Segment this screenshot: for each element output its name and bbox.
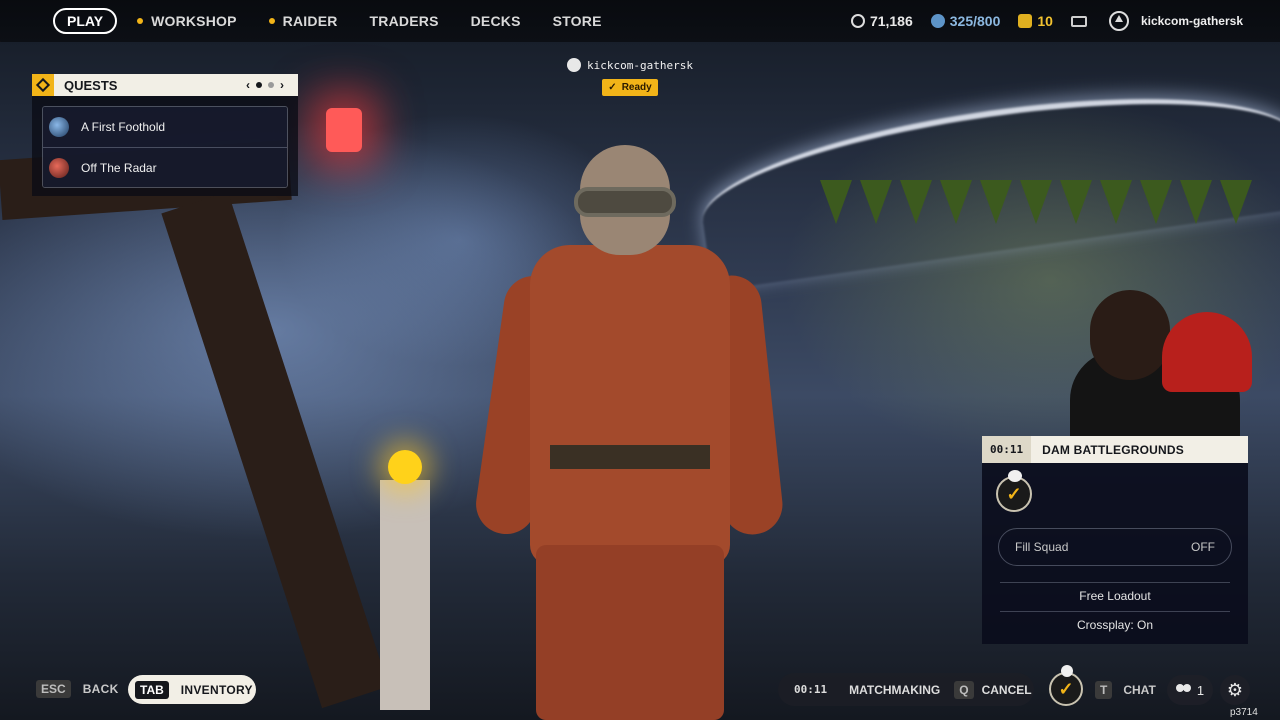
fill-squad-label: Fill Squad — [1015, 540, 1069, 554]
chat-button[interactable]: T CHAT — [1095, 681, 1156, 699]
quest-item[interactable]: Off The Radar — [43, 147, 287, 187]
yellow-lamp — [388, 450, 422, 484]
back-label: BACK — [82, 682, 119, 696]
nav-store-tab[interactable]: STORE — [553, 8, 602, 34]
fill-squad-value: OFF — [1191, 540, 1215, 554]
tab-key-hint: TAB — [135, 680, 169, 699]
quest-label: A First Foothold — [81, 120, 166, 134]
squad-leader-avatar[interactable]: ✓ — [1049, 665, 1083, 706]
quest-label: Off The Radar — [81, 160, 157, 175]
matchmaking-label: MATCHMAKING — [849, 682, 941, 697]
tokens-value: 10 — [1037, 13, 1053, 29]
divider — [1000, 582, 1230, 583]
friends-button[interactable]: 1 — [1167, 675, 1213, 705]
nav-play-tab[interactable]: PLAY — [53, 8, 118, 34]
token-icon — [1018, 14, 1033, 28]
divider — [1000, 611, 1230, 612]
player-name: kickcom-gathersk — [587, 58, 693, 72]
player-nameplate: kickcom-gathersk ✓ Ready — [560, 58, 700, 96]
settings-button[interactable]: ⚙ — [1220, 675, 1250, 705]
nav-raider-tab[interactable]: RAIDER — [268, 8, 338, 34]
gear-icon: ⚙ — [1226, 679, 1244, 700]
red-warning-lamp — [326, 108, 362, 152]
fill-squad-toggle[interactable]: Fill Squad OFF — [998, 528, 1232, 566]
quests-panel: QUESTS ‹ › A First Foothold Off The Rada… — [32, 74, 298, 196]
credits-balance[interactable]: 325/800 — [930, 13, 1001, 29]
currency-bar: 71,186 325/800 10 kickcom-gathersk — [850, 0, 1280, 42]
esc-key-hint: ESC — [36, 680, 71, 698]
quests-prev-button[interactable]: ‹ — [246, 78, 250, 92]
quests-pager: ‹ › — [246, 78, 284, 92]
profile-username[interactable]: kickcom-gathersk — [1141, 14, 1243, 28]
crane-pillar — [161, 191, 389, 709]
pennant-flags — [820, 180, 1260, 240]
loadout-label: Free Loadout — [1079, 589, 1151, 603]
pager-dot[interactable] — [268, 82, 274, 88]
coins-balance[interactable]: 71,186 — [850, 13, 913, 29]
nav-workshop-label: WORKSHOP — [151, 13, 237, 29]
credits-value: 325/800 — [949, 13, 1001, 29]
crown-icon — [1008, 470, 1022, 482]
striped-post — [380, 480, 430, 710]
notification-dot-icon — [268, 18, 275, 24]
rank-icon[interactable] — [1108, 11, 1129, 31]
ready-check-icon: ✓ — [1058, 678, 1074, 699]
chat-key-hint: T — [1095, 681, 1113, 699]
streamer-webcam-figure — [1070, 290, 1280, 450]
credits-icon — [930, 14, 945, 28]
quest-list: A First Foothold Off The Radar — [42, 106, 288, 188]
inventory-label: INVENTORY — [180, 682, 253, 697]
quests-title: QUESTS — [64, 77, 118, 93]
tokens-balance[interactable]: 10 — [1018, 13, 1053, 29]
rainbow-logo-icon — [0, 0, 44, 42]
quests-next-button[interactable]: › — [280, 78, 284, 92]
matchmaking-status-bar: 00:11 MATCHMAKING Q CANCEL — [778, 673, 1034, 706]
inventory-button[interactable]: TAB INVENTORY — [128, 675, 256, 704]
crown-icon — [567, 58, 582, 72]
ready-check-icon: ✓ — [1006, 483, 1022, 504]
coin-icon — [850, 14, 865, 28]
ready-status-label: Ready — [621, 82, 652, 93]
friends-count: 1 — [1196, 682, 1205, 698]
chat-label: CHAT — [1123, 683, 1156, 697]
quest-radar-icon — [49, 157, 69, 178]
back-button[interactable]: ESC BACK — [36, 680, 119, 698]
quest-diamond-icon — [32, 74, 54, 96]
cancel-button[interactable]: CANCEL — [982, 683, 1032, 697]
main-nav: PLAY WORKSHOP RAIDER TRADERS DECKS STORE — [53, 8, 634, 34]
map-name: DAM BATTLEGROUNDS — [1042, 442, 1184, 457]
build-id: p3714 — [1230, 707, 1258, 718]
matchmaking-panel-timer: 00:11 — [982, 436, 1032, 463]
friends-icon — [1175, 684, 1192, 696]
matchmaking-panel: 00:11 DAM BATTLEGROUNDS ✓ Fill Squad OFF… — [982, 436, 1248, 644]
pager-dot-active[interactable] — [256, 82, 262, 88]
raider-character[interactable] — [472, 145, 786, 720]
quests-header: QUESTS ‹ › — [32, 74, 298, 96]
notification-dot-icon — [137, 18, 144, 24]
quest-globe-icon — [49, 117, 69, 137]
nav-workshop-tab[interactable]: WORKSHOP — [137, 8, 237, 34]
player-name-row: kickcom-gathersk — [560, 58, 700, 72]
coins-value: 71,186 — [869, 13, 913, 29]
matchmaking-panel-header: 00:11 DAM BATTLEGROUNDS — [982, 436, 1248, 463]
crossplay-label: Crossplay: On — [1076, 618, 1154, 632]
nav-traders-tab[interactable]: TRADERS — [370, 8, 439, 34]
matchmaking-timer: 00:11 — [794, 683, 828, 696]
nav-decks-tab[interactable]: DECKS — [471, 8, 521, 34]
nav-raider-label: RAIDER — [282, 13, 338, 29]
ready-status-badge: ✓ Ready — [602, 79, 658, 96]
cancel-key-hint[interactable]: Q — [954, 680, 974, 699]
squad-member-avatar[interactable]: ✓ — [996, 470, 1032, 512]
check-icon: ✓ — [608, 82, 617, 93]
mail-icon[interactable] — [1070, 15, 1087, 27]
top-navigation-bar: PLAY WORKSHOP RAIDER TRADERS DECKS STORE… — [0, 0, 1280, 42]
quest-item[interactable]: A First Foothold — [43, 107, 287, 147]
crown-icon — [1061, 665, 1073, 677]
